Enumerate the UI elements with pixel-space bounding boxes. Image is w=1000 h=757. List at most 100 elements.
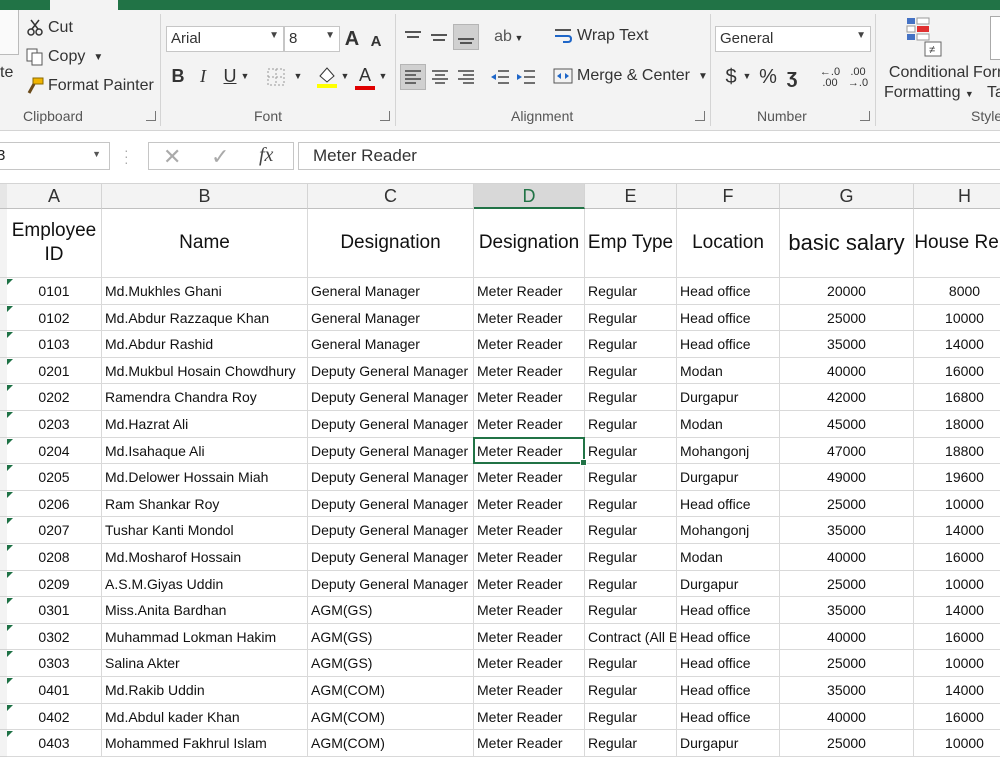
chevron-down-icon[interactable]: ▼ [325, 30, 335, 41]
table-cell[interactable]: Meter Reader [474, 517, 585, 544]
table-cell[interactable]: 0301 [7, 597, 102, 624]
table-cell[interactable]: Head office [677, 331, 780, 358]
row-header[interactable] [0, 570, 7, 598]
table-cell[interactable]: Modan [677, 411, 780, 438]
wrap-text-button[interactable]: Wrap Text [553, 27, 648, 45]
chevron-down-icon[interactable]: ▼ [742, 70, 752, 82]
table-cell[interactable]: 10000 [914, 730, 1000, 757]
table-cell[interactable]: 0206 [7, 490, 102, 518]
table-cell[interactable]: 18800 [914, 438, 1000, 465]
chevron-down-icon[interactable]: ▼ [514, 32, 524, 44]
bold-button[interactable]: B [170, 64, 186, 88]
column-header-d[interactable]: D [474, 184, 585, 209]
table-cell[interactable]: General Manager [308, 278, 474, 305]
table-cell[interactable]: Meter Reader [474, 384, 585, 411]
align-center-button[interactable] [429, 66, 451, 88]
table-cell[interactable]: Mohangonj [677, 437, 780, 465]
row-header[interactable] [0, 597, 7, 624]
table-cell[interactable]: Meter Reader [474, 570, 585, 598]
conditional-formatting-icon[interactable]: ≠ [905, 16, 945, 60]
table-cell[interactable]: Deputy General Manager [308, 490, 474, 518]
table-cell[interactable]: Meter Reader [474, 304, 585, 332]
table-cell[interactable]: Md.Abdur Razzaque Khan [102, 304, 308, 332]
table-cell[interactable]: 25000 [780, 730, 914, 757]
table-cell[interactable]: 40000 [780, 544, 914, 571]
table-cell[interactable]: 16000 [914, 358, 1000, 385]
table-cell[interactable]: 40000 [780, 357, 914, 385]
header-cell[interactable]: House Rent [914, 209, 1000, 278]
table-cell[interactable]: Regular [585, 411, 677, 438]
table-cell[interactable]: 14000 [914, 677, 1000, 704]
increase-decimal-button[interactable]: ←.0 .00 [817, 65, 843, 91]
table-cell[interactable]: 47000 [780, 437, 914, 465]
orientation-icon[interactable]: ab [492, 26, 514, 48]
table-cell[interactable]: 0402 [7, 703, 102, 731]
table-cell[interactable]: Mohangonj [677, 517, 780, 544]
table-cell[interactable]: Regular [585, 544, 677, 571]
column-header-h[interactable]: H [914, 184, 1000, 209]
row-header[interactable] [0, 703, 7, 731]
header-cell[interactable]: Designation [474, 209, 585, 278]
header-cell[interactable]: Employee ID [7, 209, 102, 278]
table-cell[interactable]: Tushar Kanti Mondol [102, 517, 308, 544]
table-cell[interactable]: 49000 [780, 464, 914, 491]
borders-button[interactable] [262, 66, 292, 88]
table-cell[interactable]: 14000 [914, 597, 1000, 624]
table-cell[interactable]: Deputy General Manager [308, 384, 474, 411]
table-cell[interactable]: 14000 [914, 331, 1000, 358]
table-cell[interactable]: Mohammed Fakhrul Islam [102, 730, 308, 757]
table-cell[interactable]: Md.Isahaque Ali [102, 437, 308, 465]
column-header-a[interactable]: A [7, 184, 102, 209]
row-header[interactable] [0, 677, 7, 704]
font-name-combo[interactable]: Arial ▼ [166, 26, 284, 52]
align-left-button[interactable] [400, 64, 426, 90]
table-cell[interactable]: 35000 [780, 597, 914, 624]
table-cell[interactable]: Head office [677, 490, 780, 518]
table-cell[interactable]: Head office [677, 623, 780, 651]
table-cell[interactable]: 0302 [7, 623, 102, 651]
table-cell[interactable]: Meter Reader [474, 490, 585, 518]
table-cell[interactable]: Meter Reader [474, 357, 585, 385]
align-top-button[interactable] [402, 26, 424, 48]
table-cell[interactable]: Head office [677, 703, 780, 731]
table-cell[interactable]: Regular [585, 331, 677, 358]
table-cell[interactable]: Modan [677, 544, 780, 571]
table-cell[interactable]: Meter Reader [474, 623, 585, 651]
resize-handle-icon[interactable]: · · · [124, 143, 129, 169]
table-cell[interactable]: Head office [677, 278, 780, 305]
table-cell[interactable]: 14000 [914, 517, 1000, 544]
table-cell[interactable]: 0209 [7, 570, 102, 598]
table-cell[interactable]: 8000 [914, 278, 1000, 305]
table-cell[interactable]: General Manager [308, 304, 474, 332]
table-cell[interactable]: 0403 [7, 730, 102, 757]
table-cell[interactable]: Regular [585, 357, 677, 385]
table-cell[interactable]: AGM(GS) [308, 623, 474, 651]
alignment-launcher-icon[interactable] [695, 111, 705, 121]
align-bottom-button[interactable] [453, 24, 479, 50]
table-cell[interactable]: Md.Hazrat Ali [102, 411, 308, 438]
table-cell[interactable]: General Manager [308, 331, 474, 358]
table-cell[interactable]: Md.Abdur Rashid [102, 331, 308, 358]
table-cell[interactable]: Regular [585, 464, 677, 491]
header-cell[interactable]: Emp Type [585, 209, 677, 278]
table-cell[interactable]: Ramendra Chandra Roy [102, 384, 308, 411]
insert-function-icon[interactable]: fx [259, 144, 273, 167]
chevron-down-icon[interactable]: ▼ [240, 70, 250, 82]
table-cell[interactable]: AGM(COM) [308, 730, 474, 757]
header-cell[interactable]: basic salary [780, 209, 914, 278]
table-cell[interactable]: Deputy General Manager [308, 437, 474, 465]
table-cell[interactable]: Md.Delower Hossain Miah [102, 464, 308, 491]
table-cell[interactable]: 42000 [780, 384, 914, 411]
table-cell[interactable]: Muhammad Lokman Hakim [102, 623, 308, 651]
table-cell[interactable]: Head office [677, 304, 780, 332]
table-cell[interactable]: Regular [585, 517, 677, 544]
clipboard-launcher-icon[interactable] [146, 111, 156, 121]
table-cell[interactable]: Deputy General Manager [308, 464, 474, 491]
table-cell[interactable]: 16000 [914, 624, 1000, 651]
row-header[interactable] [0, 623, 7, 651]
select-all-corner[interactable] [0, 184, 7, 209]
table-cell[interactable]: Meter Reader [474, 703, 585, 731]
row-header[interactable] [0, 209, 7, 278]
table-cell[interactable]: Ram Shankar Roy [102, 490, 308, 518]
row-header[interactable] [0, 464, 7, 491]
